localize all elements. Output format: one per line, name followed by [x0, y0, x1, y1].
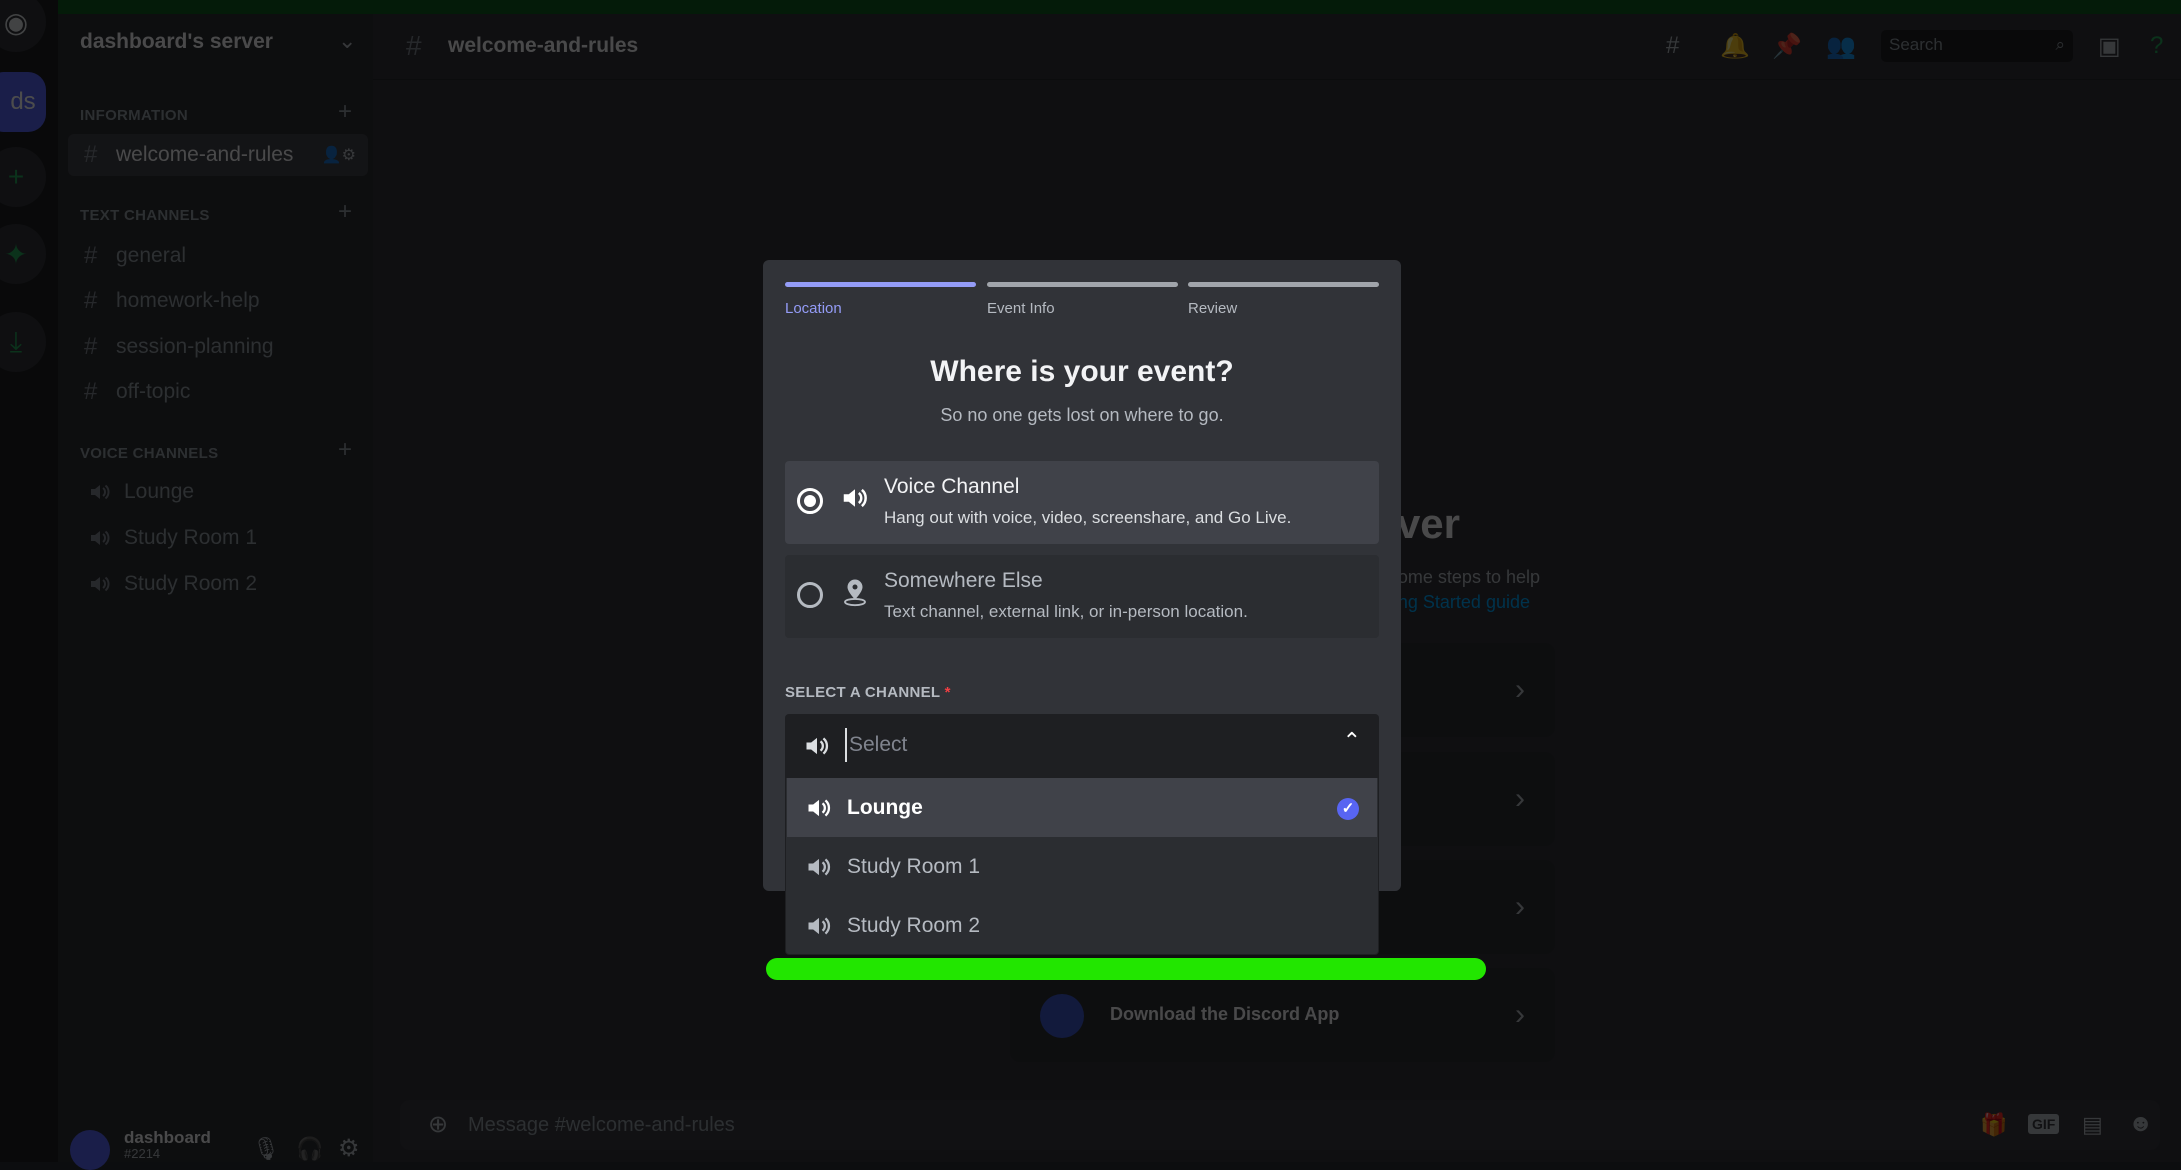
- server-name[interactable]: dashboard's server: [80, 30, 273, 54]
- gif-icon[interactable]: GIF: [2028, 1114, 2060, 1134]
- message-placeholder: Message #welcome-and-rules: [468, 1114, 735, 1136]
- hash-icon: #: [406, 30, 422, 61]
- modal-title: Where is your event?: [930, 355, 1234, 388]
- add-attachment-icon[interactable]: ⊕: [428, 1110, 448, 1139]
- radio-selected[interactable]: [797, 488, 823, 514]
- hash-icon: #: [84, 378, 98, 405]
- member-list-icon[interactable]: 👥: [1826, 32, 1856, 61]
- mute-mic-icon[interactable]: 🎙: [252, 1136, 280, 1162]
- check-icon: ✓: [1337, 798, 1359, 820]
- radio-unselected[interactable]: [797, 582, 823, 608]
- download-icon[interactable]: ⤓: [0, 312, 46, 372]
- emoji-icon[interactable]: ☻: [2128, 1110, 2153, 1138]
- add-channel-icon[interactable]: +: [338, 98, 352, 126]
- speaker-icon: [84, 572, 116, 596]
- step-location: Location: [785, 282, 976, 317]
- sticker-icon[interactable]: ▤: [2082, 1112, 2103, 1138]
- step-review: Review: [1188, 282, 1379, 317]
- option-voice-channel[interactable]: Voice Channel Hang out with voice, video…: [785, 461, 1379, 544]
- avatar[interactable]: [70, 1130, 110, 1170]
- location-pin-icon: [844, 579, 866, 607]
- modal-subtitle: So no one gets lost on where to go.: [940, 405, 1224, 425]
- hash-icon: #: [84, 141, 98, 168]
- channel-select-input[interactable]: [845, 728, 1245, 762]
- hash-icon: #: [84, 242, 98, 269]
- update-banner: [0, 0, 2181, 14]
- help-icon[interactable]: ?: [2150, 32, 2163, 60]
- search-icon: ⌕: [2055, 35, 2065, 54]
- chevron-right-icon: ›: [1515, 890, 1525, 923]
- dropdown-option-study-room-2[interactable]: Study Room 2: [787, 896, 1377, 955]
- username: dashboard: [124, 1128, 211, 1147]
- channel-homework-help[interactable]: # homework-help: [68, 280, 368, 322]
- dropdown-option-study-room-1[interactable]: Study Room 1: [787, 837, 1377, 896]
- speaker-icon: [803, 732, 831, 760]
- hash-icon: #: [84, 333, 98, 360]
- chevron-down-icon[interactable]: ⌄: [338, 28, 356, 54]
- threads-icon[interactable]: #: [1666, 32, 1679, 60]
- server-rail: ◉ ds + ✦ ⤓: [0, 0, 58, 1162]
- voice-channel-lounge[interactable]: Lounge: [68, 471, 368, 513]
- explore-icon[interactable]: ✦: [0, 224, 46, 284]
- gift-icon[interactable]: 🎁: [1980, 1112, 2007, 1138]
- server-icon[interactable]: ds: [0, 72, 46, 132]
- select-channel-label: SELECT A CHANNEL *: [785, 684, 951, 701]
- user-tag: #2214: [124, 1146, 161, 1161]
- inbox-icon[interactable]: ▣: [2098, 32, 2121, 61]
- speaker-icon: [805, 794, 833, 822]
- category-text-channels[interactable]: TEXT CHANNELS: [80, 207, 210, 224]
- channel-select[interactable]: ⌃: [785, 714, 1379, 777]
- option-somewhere-else[interactable]: Somewhere Else Text channel, external li…: [785, 555, 1379, 638]
- speaker-icon: [84, 526, 116, 550]
- chevron-right-icon: ›: [1515, 998, 1525, 1031]
- channel-welcome-and-rules[interactable]: # welcome-and-rules 👤⚙: [68, 134, 368, 176]
- hash-icon: #: [84, 287, 98, 314]
- add-server-icon[interactable]: +: [0, 147, 46, 207]
- channel-session-planning[interactable]: # session-planning: [68, 326, 368, 368]
- channel-title: welcome-and-rules: [448, 34, 639, 57]
- speaker-icon: [84, 480, 116, 504]
- chevron-up-icon[interactable]: ⌃: [1343, 728, 1361, 754]
- settings-gear-icon[interactable]: ⚙: [338, 1134, 360, 1163]
- notification-bell-icon[interactable]: 🔔: [1720, 32, 1750, 61]
- category-voice-channels[interactable]: VOICE CHANNELS: [80, 445, 218, 462]
- voice-channel-study-room-2[interactable]: Study Room 2: [68, 563, 368, 605]
- speaker-icon: [805, 853, 833, 881]
- add-channel-icon[interactable]: +: [338, 198, 352, 226]
- channel-off-topic[interactable]: # off-topic: [68, 371, 368, 413]
- speaker-icon: [840, 483, 870, 513]
- speaker-icon: [805, 912, 833, 940]
- voice-channel-study-room-1[interactable]: Study Room 1: [68, 517, 368, 559]
- annotation-highlight-stroke: [766, 958, 1486, 980]
- step-event-info: Event Info: [987, 282, 1178, 317]
- category-information[interactable]: INFORMATION: [80, 107, 188, 124]
- pin-icon[interactable]: 📌: [1772, 32, 1802, 61]
- chevron-right-icon: ›: [1515, 673, 1525, 706]
- add-channel-icon[interactable]: +: [338, 436, 352, 464]
- dropdown-option-lounge[interactable]: Lounge ✓: [787, 778, 1377, 837]
- chevron-right-icon: ›: [1515, 782, 1525, 815]
- message-input[interactable]: ⊕ Message #welcome-and-rules 🎁 GIF ▤ ☻: [400, 1100, 2160, 1150]
- channel-dropdown: Lounge ✓ Study Room 1 Study Room 2: [785, 777, 1379, 955]
- download-app-icon: [1040, 994, 1084, 1038]
- discord-home-icon[interactable]: ◉: [0, 0, 46, 52]
- invite-and-settings-icons[interactable]: 👤⚙: [322, 145, 356, 165]
- channel-general[interactable]: # general: [68, 235, 368, 277]
- download-app-label: Download the Discord App: [1110, 1004, 1340, 1024]
- headphones-icon[interactable]: 🎧: [296, 1136, 323, 1162]
- search-input[interactable]: Search ⌕: [1881, 30, 2073, 62]
- download-app-card[interactable]: Download the Discord App ›: [1010, 968, 1555, 1062]
